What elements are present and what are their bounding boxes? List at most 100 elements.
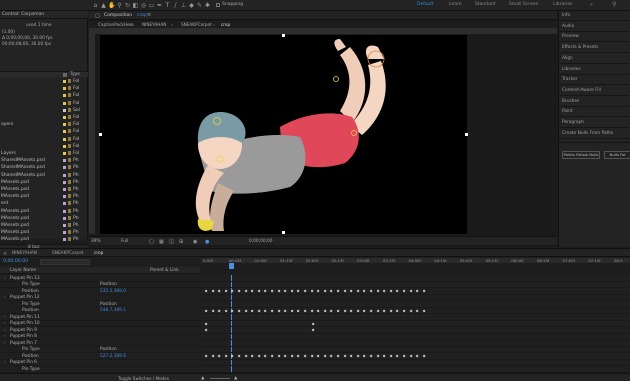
zoom-in-icon[interactable]: ▲ <box>234 376 237 381</box>
keyframe[interactable] <box>376 309 380 313</box>
zoom-tool-icon[interactable]: ⚲ <box>116 2 123 9</box>
label-swatch[interactable] <box>63 159 66 163</box>
keyframe[interactable] <box>343 309 347 313</box>
more-workspaces-icon[interactable]: » <box>590 2 593 8</box>
panel-brushes[interactable]: Brushes <box>562 99 579 104</box>
pen-tool-icon[interactable]: ✒ <box>156 2 163 9</box>
keyframe-track-area[interactable] <box>201 275 630 373</box>
close-tab-icon[interactable]: × <box>3 251 7 257</box>
project-item[interactable]: Fol <box>0 143 88 150</box>
label-swatch[interactable] <box>63 137 66 141</box>
project-item[interactable]: MAssets.psd Ph <box>0 229 88 236</box>
project-item[interactable]: Fol <box>0 78 88 85</box>
project-item[interactable]: Fol <box>0 114 88 121</box>
panel-content-aware-fill[interactable]: Content-Aware Fill <box>562 88 601 93</box>
project-item[interactable]: SharedMAssets.psd Ph <box>0 172 88 179</box>
bounding-handle-left[interactable] <box>99 133 102 136</box>
label-swatch[interactable] <box>63 87 66 91</box>
expand-twirl-icon[interactable]: › <box>4 334 6 339</box>
label-swatch[interactable] <box>63 216 66 220</box>
label-swatch[interactable] <box>63 123 66 127</box>
project-item[interactable]: MAssets.psd Ph <box>0 222 88 229</box>
color-channel-icon[interactable]: ● <box>205 239 209 245</box>
label-swatch[interactable] <box>63 116 66 119</box>
rotate-tool-icon[interactable]: ↻ <box>124 2 131 9</box>
project-item[interactable]: Fol <box>0 92 88 99</box>
label-swatch[interactable] <box>63 152 66 155</box>
label-swatch[interactable] <box>63 80 66 83</box>
label-swatch[interactable] <box>63 101 66 105</box>
workspace-standard[interactable]: Standard <box>475 2 495 7</box>
label-swatch[interactable] <box>63 188 66 191</box>
project-item[interactable]: ayers Fol <box>0 121 88 128</box>
tab-crop[interactable]: crop <box>94 251 103 256</box>
zoom-level[interactable]: 39% <box>91 239 101 244</box>
project-item[interactable]: ent Ph <box>0 200 88 207</box>
panel-menu-icon[interactable]: ≡ <box>147 12 151 18</box>
eraser-tool-icon[interactable]: ◆ <box>188 2 195 9</box>
label-swatch[interactable] <box>63 231 66 235</box>
lock-icon[interactable]: ▢ <box>95 13 100 19</box>
panel-preview[interactable]: Preview <box>562 34 579 39</box>
breadcrumb-3[interactable]: SNEAKPCarpet <box>181 22 212 27</box>
3d-view-icon[interactable]: ⊞ <box>179 239 183 245</box>
project-item[interactable]: Sol <box>0 107 88 114</box>
time-ruler[interactable]: 0;00f 00:15f 01:00f 01:15f 02:00f 02:15f 03:00… <box>201 258 630 274</box>
selection-tool-icon[interactable]: ▲ <box>100 2 107 9</box>
project-item[interactable]: SharedMAssets.psd Ph <box>0 157 88 164</box>
zoom-out-icon[interactable]: ▲ <box>201 376 204 381</box>
property-value[interactable]: 535.2,389.0 <box>100 289 126 294</box>
panel-create-nulls-from-paths[interactable]: Create Nulls From Paths <box>562 131 613 136</box>
label-swatch[interactable] <box>63 224 66 227</box>
project-item[interactable]: SharedMAssets.psd Ph <box>0 164 88 171</box>
clone-tool-icon[interactable]: ⊥ <box>180 2 187 9</box>
comp-timecode[interactable]: 0;00;00;00 <box>249 239 272 244</box>
panel-info[interactable]: Info <box>562 13 570 18</box>
bounding-handle-right[interactable] <box>465 133 468 136</box>
comp-canvas[interactable] <box>99 34 468 234</box>
parent-link-column[interactable]: Parent & Link <box>150 268 179 273</box>
expand-twirl-icon[interactable]: › <box>4 341 6 346</box>
label-swatch[interactable] <box>63 144 66 148</box>
roto-brush-icon[interactable]: ✎ <box>196 2 203 9</box>
transparency-grid-icon[interactable]: ▦ <box>159 239 164 245</box>
breadcrumb-2[interactable]: NINEYAHAN <box>142 22 166 27</box>
panel-libraries[interactable]: Libraries <box>562 67 581 72</box>
expand-twirl-icon[interactable]: › <box>4 295 6 300</box>
bounding-handle-bottom[interactable] <box>282 231 285 234</box>
panel-tracker[interactable]: Tracker <box>562 77 578 82</box>
panel-audio[interactable]: Audio <box>562 24 574 29</box>
panel-paint[interactable]: Paint <box>562 109 573 114</box>
home-icon[interactable]: ⌂ <box>92 2 99 9</box>
label-swatch[interactable] <box>63 180 66 184</box>
property-value[interactable]: Position <box>100 302 117 307</box>
workspace-small-screen[interactable]: Small Screen <box>509 2 538 7</box>
mask-tool-icon[interactable]: ▭ <box>148 2 155 9</box>
nulls-follow-points-button[interactable]: Nulls Fol <box>604 151 630 159</box>
project-item[interactable]: MAssets.psd Ph <box>0 193 88 200</box>
timeline-search[interactable] <box>40 259 90 265</box>
label-swatch[interactable] <box>63 166 66 170</box>
label-swatch[interactable] <box>63 94 66 98</box>
panel-effects-presets[interactable]: Effects & Presets <box>562 45 598 50</box>
label-swatch[interactable] <box>63 202 66 206</box>
property-value[interactable]: Position <box>100 347 117 352</box>
project-item[interactable]: Layers Fol <box>0 150 88 157</box>
snapping-checkbox[interactable] <box>216 3 220 7</box>
keyframe[interactable] <box>310 309 314 313</box>
comp-name[interactable]: crop <box>137 13 147 18</box>
region-of-interest-icon[interactable]: ▢ <box>149 239 154 245</box>
tab-sneakpcarpet[interactable]: SNEAKPCarpet <box>52 251 83 256</box>
project-item[interactable]: MAssets.psd Ph <box>0 208 88 215</box>
project-item[interactable]: MAssets.psd Ph <box>0 179 88 186</box>
project-item[interactable]: Fol <box>0 136 88 143</box>
snapshot-icon[interactable]: ◉ <box>193 239 197 245</box>
mask-visibility-icon[interactable]: ◫ <box>169 239 174 245</box>
current-time[interactable]: 0;00;00;00 <box>3 259 28 264</box>
label-swatch[interactable] <box>63 173 66 177</box>
timeline-zoom-slider[interactable] <box>210 378 230 379</box>
property-value[interactable]: Position <box>100 282 117 287</box>
tab-nineyahan[interactable]: NINEYAHAN <box>12 251 37 256</box>
property-value[interactable]: 548.7,389.1 <box>100 308 126 313</box>
project-item[interactable]: Fol <box>0 85 88 92</box>
